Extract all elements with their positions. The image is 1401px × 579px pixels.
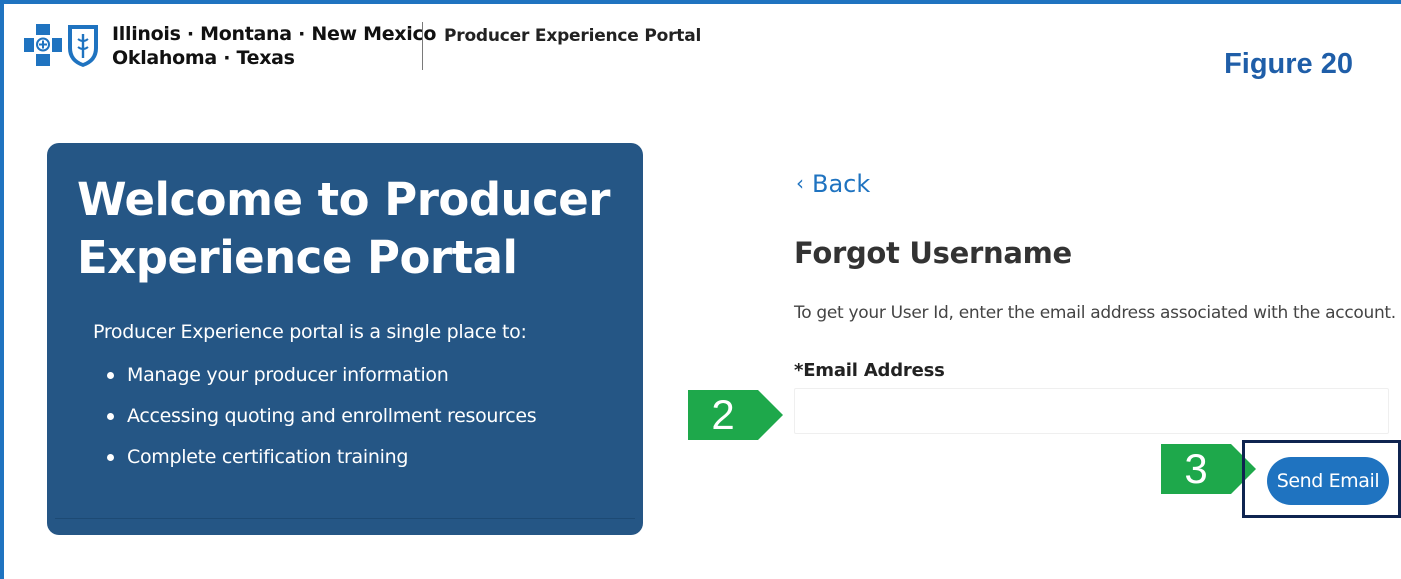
bullet-dot [107,372,114,379]
back-label: Back [812,170,871,198]
top-border [0,0,1401,4]
welcome-intro: Producer Experience portal is a single p… [93,321,527,343]
welcome-bullet-text: Accessing quoting and enrollment resourc… [127,405,537,427]
header-divider [422,22,423,70]
welcome-card: Welcome to Producer Experience Portal Pr… [47,143,643,535]
back-link[interactable]: ‹ Back [796,170,870,198]
callout-arrow [758,390,783,440]
brand-line-2: Oklahoma · Texas [112,47,295,69]
portal-name: Producer Experience Portal [444,26,702,46]
email-label: *Email Address [794,360,945,381]
card-divider [55,518,635,519]
welcome-bullet-text: Complete certification training [127,446,409,468]
email-field[interactable] [794,388,1389,434]
welcome-bullet: Manage your producer information [107,361,536,402]
brand-line-1: Illinois · Montana · New Mexico [112,23,437,45]
left-border [0,0,4,579]
blue-shield-icon [68,25,98,67]
welcome-bullet-text: Manage your producer information [127,364,449,386]
welcome-bullet: Complete certification training [107,443,536,484]
brand-states: Illinois · Montana · New Mexico Oklahoma… [112,22,436,70]
bullet-dot [107,413,114,420]
bullet-dot [107,454,114,461]
blue-cross-icon [24,24,98,67]
welcome-bullet: Accessing quoting and enrollment resourc… [107,402,537,443]
welcome-title: Welcome to Producer Experience Portal [77,173,610,284]
callout-number: 2 [688,390,758,440]
chevron-left-icon: ‹ [796,171,804,195]
figure-label: Figure 20 [1224,48,1353,80]
form-description: To get your User Id, enter the email add… [794,303,1396,323]
send-email-button[interactable]: Send Email [1267,457,1389,505]
welcome-bullet-list: Manage your producer information Accessi… [107,361,537,484]
bcbs-logo [24,22,100,68]
callout-number: 3 [1161,444,1231,494]
form-title: Forgot Username [794,236,1072,270]
